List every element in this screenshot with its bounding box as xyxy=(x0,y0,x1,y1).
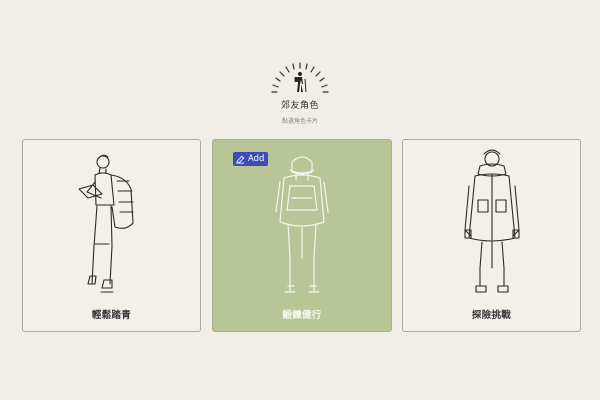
figure-container xyxy=(213,146,391,298)
explorer-winter-jacket-icon xyxy=(463,149,520,293)
role-card-adventure[interactable]: 探險挑戰 xyxy=(402,139,581,332)
figure-container xyxy=(23,146,200,298)
hiker-sun-icon xyxy=(271,62,329,93)
role-card-casual[interactable]: 輕鬆踏青 xyxy=(22,139,201,332)
page-header: 郊友角色 點選角色卡片 xyxy=(0,58,600,125)
role-card-list: 輕鬆踏青 Add 鍛鍊健行 探險挑戰 xyxy=(22,139,582,332)
page-title: 郊友角色 xyxy=(280,101,319,111)
role-card-label: 探險挑戰 xyxy=(471,310,512,321)
hiker-back-view-icon xyxy=(275,156,329,293)
role-card-label: 鍛鍊健行 xyxy=(282,310,322,321)
role-card-label: 輕鬆踏青 xyxy=(91,310,132,321)
role-card-training[interactable]: Add 鍛鍊健行 xyxy=(212,139,392,332)
page-subtitle: 點選角色卡片 xyxy=(281,118,318,125)
figure-container xyxy=(403,146,580,298)
hiker-backpack-reading-icon xyxy=(77,154,134,293)
